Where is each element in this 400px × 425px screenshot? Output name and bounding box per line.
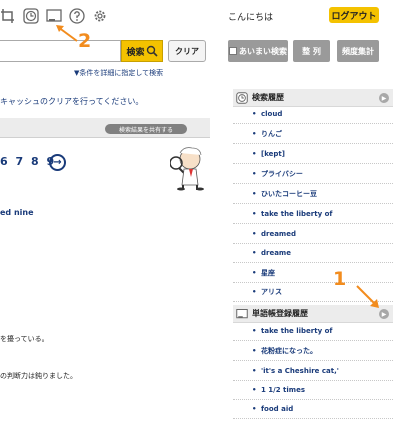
detective-mascot-icon [170, 147, 204, 191]
search-button[interactable]: 検索 [121, 40, 163, 62]
wordbook-icon[interactable] [46, 8, 62, 24]
result-link[interactable]: ed nine [0, 208, 34, 217]
history-item[interactable]: ひいたコーヒー豆 [233, 184, 393, 204]
annotation-label-2: 2 [78, 30, 92, 52]
annotation-arrow-2-icon [56, 25, 78, 42]
crop-icon[interactable] [0, 8, 16, 24]
logout-button[interactable]: ログアウト [329, 7, 379, 23]
detail-search-link[interactable]: ▼条件を詳細に指定して検索 [74, 68, 163, 78]
wordbook-icon [236, 308, 248, 318]
fuzzy-search-button[interactable]: あいまい検索 [228, 40, 288, 62]
wordbook-item[interactable]: take the liberty of [233, 321, 393, 341]
history-item[interactable]: dreame [233, 243, 393, 263]
annotation-label-1: 1 [333, 268, 347, 290]
chevron-right-icon[interactable]: ▶ [379, 93, 389, 103]
wordbook-item[interactable]: 1 1/2 times [233, 380, 393, 400]
frequency-button[interactable]: 頻度集計 [337, 40, 379, 62]
share-results-button[interactable]: 検索結果を共有する [105, 124, 187, 134]
wordbook-title: 単語帳登録履歴 [252, 309, 308, 318]
next-page-icon[interactable]: → [49, 154, 66, 171]
search-icon [146, 45, 158, 57]
history-item[interactable]: cloud [233, 104, 393, 124]
search-input[interactable] [0, 40, 121, 62]
pagination-numbers[interactable]: 6 7 8 9 [0, 155, 56, 168]
history-item[interactable]: take the liberty of [233, 204, 393, 224]
wordbook-item[interactable]: 'it's a Cheshire cat,' [233, 361, 393, 381]
result-text-1: を擾っている。 [0, 335, 49, 343]
clock-icon [236, 91, 248, 104]
help-icon[interactable] [69, 8, 85, 24]
fuzzy-label: あいまい検索 [239, 46, 287, 56]
annotation-arrow-1-icon [356, 285, 379, 308]
history-item[interactable]: [kept] [233, 144, 393, 164]
clear-button[interactable]: クリア [168, 40, 206, 62]
result-text-2: の判断力は鈍りました。 [0, 372, 77, 380]
notice-text: キャッシュのクリアを行ってください。 [0, 97, 144, 106]
history-item[interactable]: dreamed [233, 224, 393, 244]
history-item[interactable]: りんご [233, 124, 393, 144]
wordbook-item[interactable]: food aid [233, 399, 393, 419]
history-title: 検索履歴 [252, 93, 284, 102]
gear-icon[interactable] [92, 8, 108, 24]
wordbook-item[interactable]: 花粉症になった。 [233, 341, 393, 361]
greeting-text: こんにちは [228, 13, 274, 23]
search-button-label: 検索 [126, 47, 145, 58]
fuzzy-checkbox[interactable] [229, 47, 237, 55]
clock-icon[interactable] [23, 8, 39, 24]
sort-button[interactable]: 整 列 [293, 40, 330, 62]
history-item[interactable]: プライバシー [233, 164, 393, 184]
history-item[interactable]: 星座 [233, 263, 393, 283]
